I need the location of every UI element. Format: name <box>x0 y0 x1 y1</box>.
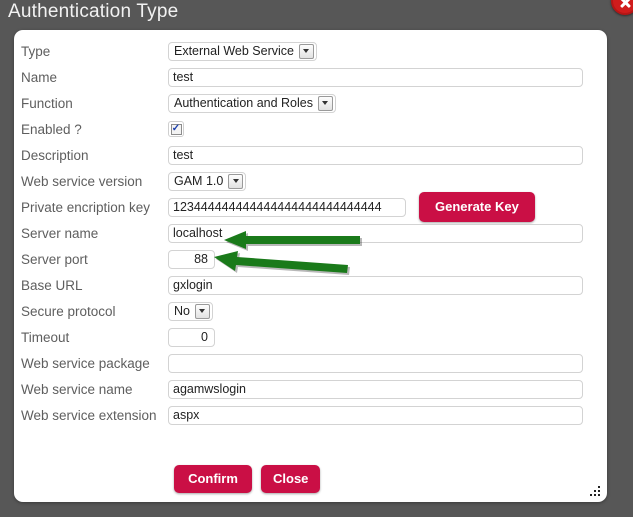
form-row: Timeout <box>14 324 607 350</box>
form-row: Server name <box>14 220 607 246</box>
field-area: Generate Key <box>168 192 607 222</box>
check-icon: ✓ <box>170 123 182 135</box>
dialog-backdrop: Authentication Type Type External Web Ser… <box>0 0 633 517</box>
field-label: Secure protocol <box>21 303 116 319</box>
form-row: Secure protocol No <box>14 298 607 324</box>
chevron-down-icon[interactable] <box>228 173 244 189</box>
select-value: No <box>174 304 190 318</box>
dialog-panel: Type External Web Service Name Function Auth… <box>14 30 607 502</box>
field-label: Private encription key <box>21 199 151 215</box>
field-area <box>168 275 607 295</box>
chevron-down-icon[interactable] <box>194 303 210 319</box>
select-web-service-version[interactable]: GAM 1.0 <box>168 171 247 191</box>
form-row: Base URL <box>14 272 607 298</box>
resize-grip-icon[interactable] <box>589 485 600 496</box>
field-area <box>168 67 607 87</box>
field-label: Web service extension <box>21 407 157 423</box>
field-area <box>168 249 607 269</box>
select-value: External Web Service <box>174 44 294 58</box>
field-area <box>168 327 607 347</box>
checkbox-enabled[interactable]: ✓ <box>168 121 184 137</box>
input-web-service-extension[interactable] <box>168 405 583 425</box>
form-row: Description <box>14 142 607 168</box>
field-label: Web service package <box>21 355 150 371</box>
dialog-title: Authentication Type <box>8 1 179 22</box>
authentication-type-form: Type External Web Service Name Function Auth… <box>14 30 607 428</box>
field-area <box>168 405 607 425</box>
field-area <box>168 223 607 243</box>
field-label: Timeout <box>21 329 70 345</box>
input-description[interactable] <box>168 145 583 165</box>
input-timeout[interactable] <box>168 327 215 347</box>
input-server-port[interactable] <box>168 249 215 269</box>
field-label: Name <box>21 69 58 85</box>
field-label: Server port <box>21 251 88 267</box>
field-area: External Web Service <box>168 41 607 61</box>
form-row: Web service name <box>14 376 607 402</box>
field-label: Enabled ? <box>21 121 82 137</box>
field-label: Base URL <box>21 277 83 293</box>
form-row: Name <box>14 64 607 90</box>
field-label: Type <box>21 43 51 59</box>
form-row: Server port <box>14 246 607 272</box>
field-area <box>168 145 607 165</box>
select-type[interactable]: External Web Service <box>168 41 317 61</box>
form-row: Function Authentication and Roles <box>14 90 607 116</box>
field-area <box>168 379 607 399</box>
chevron-down-icon[interactable] <box>298 43 314 59</box>
confirm-button[interactable]: Confirm <box>174 465 252 493</box>
input-web-service-name[interactable] <box>168 379 583 399</box>
form-row: Web service version GAM 1.0 <box>14 168 607 194</box>
select-value: GAM 1.0 <box>174 174 224 188</box>
field-label: Function <box>21 95 73 111</box>
select-function[interactable]: Authentication and Roles <box>168 93 336 113</box>
field-area: Authentication and Roles <box>168 93 607 113</box>
field-label: Web service version <box>21 173 143 189</box>
form-row: Type External Web Service <box>14 38 607 64</box>
field-area: No <box>168 301 607 321</box>
field-label: Web service name <box>21 381 133 397</box>
input-name[interactable] <box>168 67 583 87</box>
form-row: Web service package <box>14 350 607 376</box>
close-button[interactable]: Close <box>261 465 321 493</box>
input-server-name[interactable] <box>168 223 583 243</box>
form-row: Enabled ? ✓ <box>14 116 607 142</box>
dialog-action-bar: Confirm Close <box>14 465 607 493</box>
field-label: Server name <box>21 225 99 241</box>
generate-key-button[interactable]: Generate Key <box>419 192 535 222</box>
form-row: Web service extension <box>14 402 607 428</box>
select-value: Authentication and Roles <box>174 96 313 110</box>
field-label: Description <box>21 147 89 163</box>
field-area <box>168 353 607 373</box>
select-secure-protocol[interactable]: No <box>168 301 213 321</box>
input-private-encription-key[interactable] <box>168 197 406 217</box>
input-base-url[interactable] <box>168 275 583 295</box>
close-circle-icon[interactable] <box>611 0 633 15</box>
form-row: Private encription key Generate Key <box>14 192 607 222</box>
input-web-service-package[interactable] <box>168 353 583 373</box>
chevron-down-icon[interactable] <box>317 95 333 111</box>
field-area: GAM 1.0 <box>168 171 607 191</box>
field-area: ✓ <box>168 121 607 137</box>
